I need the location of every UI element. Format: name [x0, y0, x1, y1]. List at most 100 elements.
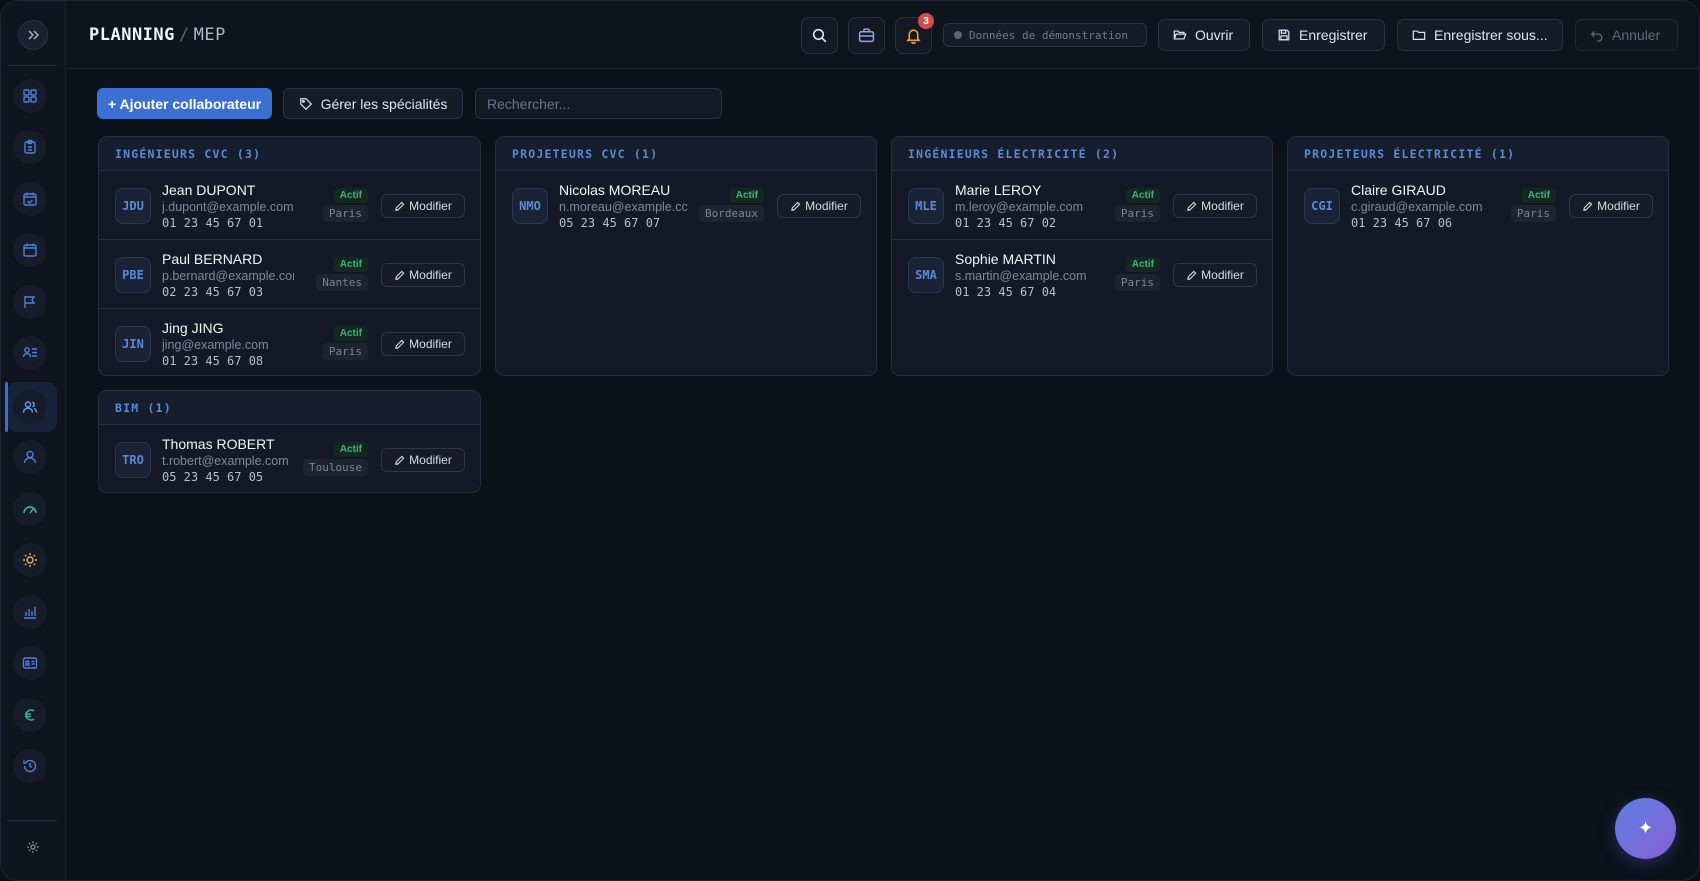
collaborator-row[interactable]: MLE Marie LEROY m.leroy@example.com 01 23 4…	[892, 171, 1272, 240]
gear-icon	[27, 841, 39, 853]
undo-label: Annuler	[1612, 27, 1661, 43]
status-badge: Actif	[1125, 188, 1160, 203]
projects-button[interactable]	[848, 17, 885, 54]
sidebar-item-teams[interactable]	[13, 336, 47, 370]
city-badge: Toulouse	[303, 459, 368, 476]
collaborator-phone: 01 23 45 67 04	[955, 285, 1057, 299]
open-button[interactable]: Ouvrir	[1158, 19, 1250, 51]
modify-label: Modifier	[409, 268, 452, 282]
sidebar-expand-button[interactable]	[18, 20, 48, 50]
collaborator-name: Thomas ROBERT	[162, 436, 275, 452]
modify-button[interactable]: Modifier	[777, 194, 861, 218]
sidebar-item-leave[interactable]	[13, 543, 47, 577]
pencil-icon	[395, 455, 405, 465]
sidebar-item-history[interactable]	[13, 749, 47, 783]
group-title: PROJETEURS CVC (1)	[496, 137, 876, 171]
collaborator-phone: 02 23 45 67 03	[162, 285, 264, 299]
manage-specialties-button[interactable]: Gérer les spécialités	[283, 88, 463, 119]
sidebar-active-indicator	[5, 382, 8, 432]
collaborator-row[interactable]: SMA Sophie MARTIN s.martin@example.com 01 2…	[892, 240, 1272, 309]
search-input[interactable]	[475, 88, 722, 119]
modify-label: Modifier	[409, 337, 452, 351]
specialty-group: PROJETEURS CVC (1) NMO Nicolas MOREAU n.mor…	[495, 136, 877, 376]
save-as-button[interactable]: Enregistrer sous...	[1397, 19, 1563, 51]
users-icon	[22, 401, 38, 413]
breadcrumb-root[interactable]: PLANNING	[89, 25, 175, 45]
modify-label: Modifier	[1201, 199, 1244, 213]
collaborator-name: Jing JING	[162, 320, 224, 336]
collaborator-phone: 05 23 45 67 05	[162, 470, 264, 484]
collaborator-row[interactable]: JDU Jean DUPONT j.dupont@example.com 01 23 …	[99, 171, 480, 240]
save-button[interactable]: Enregistrer	[1262, 19, 1385, 51]
sidebar-item-contacts[interactable]	[13, 646, 47, 680]
sidebar-item-calendar[interactable]	[13, 233, 47, 267]
pencil-icon	[1187, 201, 1197, 211]
modify-button[interactable]: Modifier	[381, 448, 465, 472]
pencil-icon	[791, 201, 801, 211]
pencil-icon	[395, 201, 405, 211]
save-icon	[1278, 29, 1290, 41]
status-dot	[954, 31, 962, 39]
collaborator-row[interactable]: NMO Nicolas MOREAU n.moreau@example.cc 05 2…	[496, 171, 876, 240]
pencil-icon	[1187, 270, 1197, 280]
specialty-group: BIM (1) TRO Thomas ROBERT t.robert@example.…	[98, 390, 481, 493]
status-badge: Actif	[1521, 188, 1556, 203]
id-card-icon	[22, 657, 38, 669]
sun-icon	[23, 553, 37, 567]
breadcrumb-separator: /	[178, 25, 190, 45]
modify-button[interactable]: Modifier	[1569, 194, 1653, 218]
city-badge: Paris	[1114, 274, 1160, 291]
sidebar-item-workload[interactable]	[13, 492, 47, 526]
avatar: JDU	[115, 188, 151, 224]
collaborator-row[interactable]: TRO Thomas ROBERT t.robert@example.com 05 2…	[99, 425, 480, 492]
sidebar-item-tasks[interactable]	[13, 130, 47, 164]
collaborator-phone: 01 23 45 67 01	[162, 216, 264, 230]
sidebar-item-dashboard[interactable]	[13, 79, 47, 113]
sidebar-item-schedule[interactable]	[13, 182, 47, 216]
open-label: Ouvrir	[1195, 27, 1234, 43]
group-title: PROJETEURS ÉLECTRICITÉ (1)	[1288, 137, 1668, 171]
city-badge: Paris	[1114, 205, 1160, 222]
modify-button[interactable]: Modifier	[381, 263, 465, 287]
app-window: PLANNING / MEP 3 Données de démonstration …	[0, 0, 1700, 881]
calendar-icon	[23, 243, 37, 257]
assistant-fab-button[interactable]: ✦	[1615, 798, 1676, 859]
modify-label: Modifier	[409, 199, 452, 213]
modify-button[interactable]: Modifier	[381, 194, 465, 218]
collaborator-row[interactable]: PBE Paul BERNARD p.bernard@example.com 02 2…	[99, 240, 480, 309]
sidebar-item-finance[interactable]	[13, 698, 47, 732]
user-icon	[23, 450, 37, 464]
sidebar-item-milestones[interactable]	[13, 285, 47, 319]
collaborator-row[interactable]: CGI Claire GIRAUD c.giraud@example.com 01 2…	[1288, 171, 1668, 240]
sidebar-item-profile[interactable]	[13, 440, 47, 474]
collaborator-row[interactable]: JIN Jing JING jing@example.com 01 23 45 67 …	[99, 309, 480, 375]
dashboard-icon	[23, 89, 37, 103]
specialty-group: PROJETEURS ÉLECTRICITÉ (1) CGI Claire GIRA…	[1287, 136, 1669, 376]
avatar: PBE	[115, 257, 151, 293]
modify-button[interactable]: Modifier	[381, 332, 465, 356]
modify-button[interactable]: Modifier	[1173, 263, 1257, 287]
sidebar-divider	[7, 820, 57, 821]
folder-open-icon	[1173, 30, 1187, 40]
collaborator-email: n.moreau@example.cc	[559, 200, 688, 214]
status-badge: Actif	[333, 326, 368, 341]
search-button[interactable]	[801, 17, 838, 54]
modify-button[interactable]: Modifier	[1173, 194, 1257, 218]
sparkle-icon: ✦	[1637, 818, 1654, 838]
undo-button[interactable]: Annuler	[1575, 19, 1678, 51]
search-icon	[812, 28, 827, 43]
modify-label: Modifier	[409, 453, 452, 467]
settings-button[interactable]	[24, 838, 42, 856]
group-title: INGÉNIEURS CVC (3)	[99, 137, 480, 171]
add-collaborator-button[interactable]: + Ajouter collaborateur	[97, 88, 272, 119]
collaborator-email: p.bernard@example.com	[162, 269, 294, 283]
status-badge: Actif	[333, 257, 368, 272]
clipboard-icon	[24, 139, 36, 154]
sidebar-item-reports[interactable]	[13, 595, 47, 629]
sidebar-item-collaborators[interactable]	[13, 390, 47, 424]
status-badge: Actif	[1125, 257, 1160, 272]
demo-data-indicator: Données de démonstration	[943, 23, 1147, 47]
collaborator-phone: 05 23 45 67 07	[559, 216, 661, 230]
avatar: CGI	[1304, 188, 1340, 224]
group-title: BIM (1)	[99, 391, 480, 425]
